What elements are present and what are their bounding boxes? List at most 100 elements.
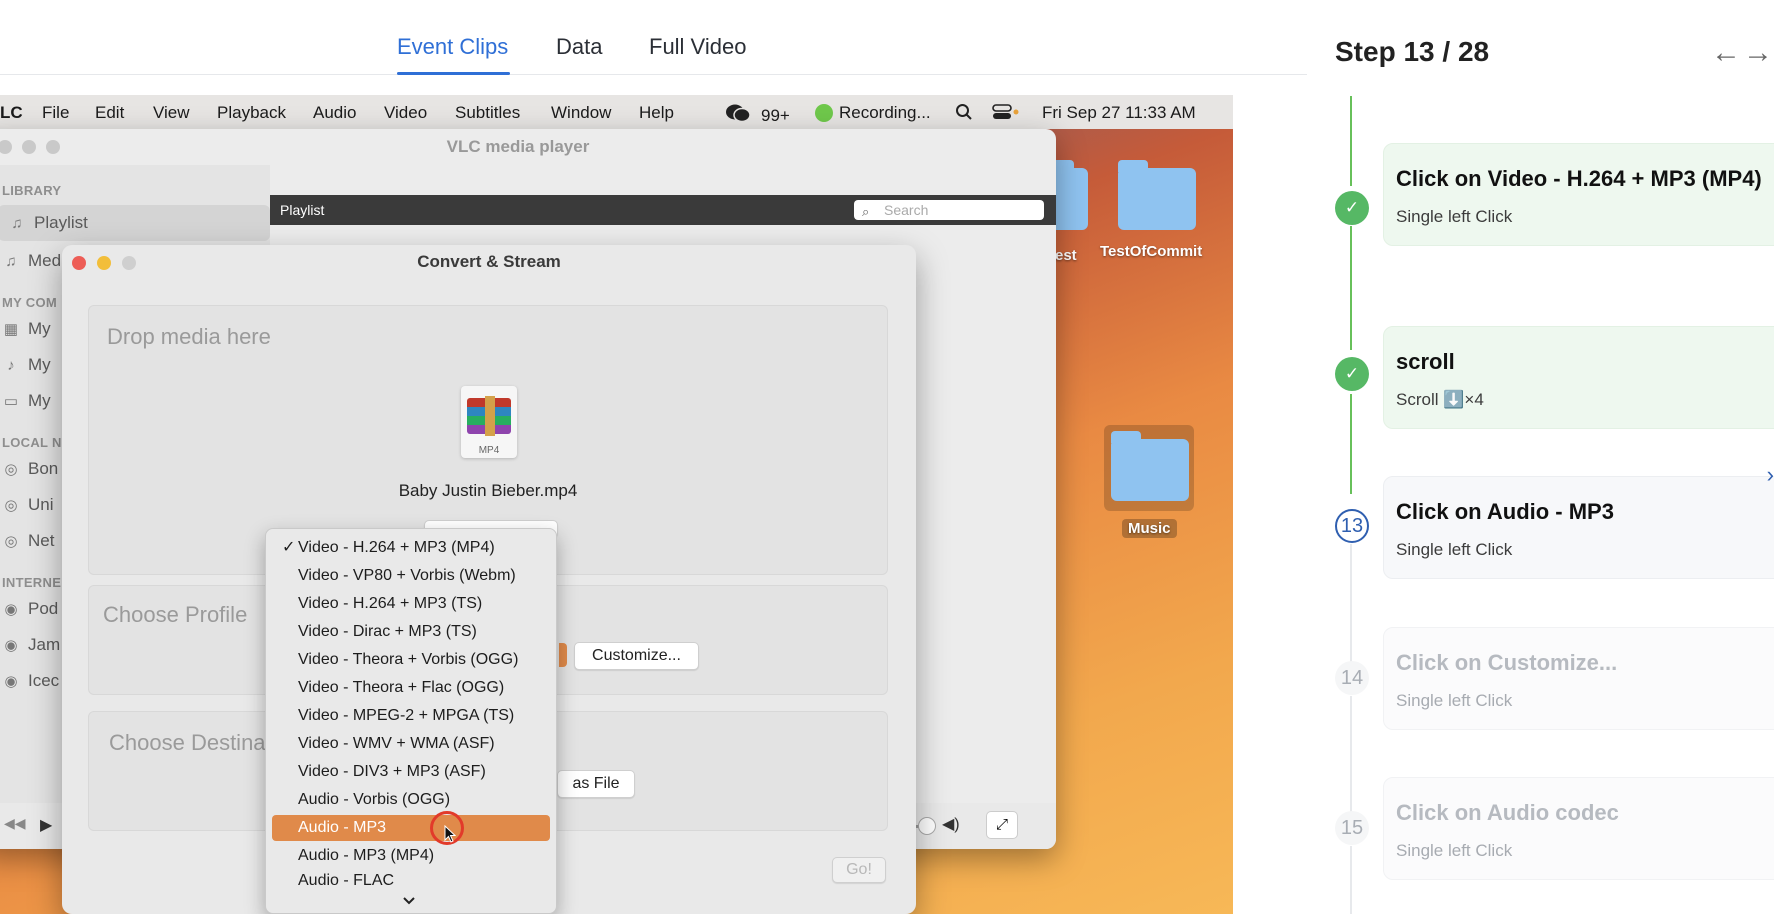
dropdown-item[interactable]: Video - DIV3 + MP3 (ASF) bbox=[272, 759, 550, 785]
choose-destination-title: Choose Destina bbox=[109, 730, 266, 755]
dropdown-item-clipped[interactable]: Audio - FLAC bbox=[272, 871, 550, 885]
play-icon[interactable]: ▶ bbox=[40, 815, 52, 835]
step-card-current[interactable]: Click on Audio - MP3 Single left Click bbox=[1383, 476, 1774, 579]
dropdown-item-label: Video - Dirac + MP3 (TS) bbox=[298, 623, 477, 640]
sidebar-item-my-music[interactable]: ♪ My bbox=[2, 355, 50, 375]
sidebar-item-my-videos[interactable]: ▦ My bbox=[2, 319, 51, 339]
sidebar-item-my-pictures[interactable]: ▭ My bbox=[2, 391, 51, 411]
dropdown-item-label: Video - Theora + Flac (OGG) bbox=[298, 679, 505, 696]
dropdown-item-label: Video - H.264 + MP3 (TS) bbox=[298, 595, 483, 612]
sidebar-item-upnp[interactable]: ◎ Uni bbox=[2, 495, 53, 515]
dropdown-item[interactable]: Video - WMV + WMA (ASF) bbox=[272, 731, 550, 757]
next-step-arrow-icon[interactable]: → bbox=[1743, 36, 1773, 70]
sidebar-item-media[interactable]: ♫ Med bbox=[2, 251, 61, 271]
desktop-folder-music[interactable] bbox=[1111, 431, 1189, 501]
recording-label: Recording... bbox=[839, 103, 931, 122]
dropdown-item[interactable]: Video - Theora + Flac (OGG) bbox=[272, 675, 550, 701]
sidebar-item-jamendo[interactable]: ◉ Jam bbox=[2, 635, 60, 655]
wechat-status[interactable]: 99+ bbox=[725, 103, 790, 128]
menu-window[interactable]: Window bbox=[551, 103, 611, 123]
step-subtitle: Single left Click bbox=[1396, 841, 1513, 860]
playlist-header-bar: Playlist ⌕ Search bbox=[270, 195, 1056, 225]
dropdown-item-label: Audio - Vorbis (OGG) bbox=[298, 791, 451, 808]
step-number-current: 13 bbox=[1335, 509, 1369, 543]
vlc-window-title: VLC media player bbox=[446, 137, 590, 156]
dropdown-item[interactable]: Audio - Vorbis (OGG) bbox=[272, 787, 550, 813]
picture-icon: ▭ bbox=[3, 393, 19, 410]
rewind-icon[interactable]: ◀◀ bbox=[4, 815, 26, 832]
expand-chevron-right-icon[interactable]: › bbox=[1767, 462, 1774, 488]
sidebar-item-label: My bbox=[28, 319, 51, 338]
sidebar-item-network[interactable]: ◎ Net bbox=[2, 531, 54, 551]
music-note-icon: ♪ bbox=[7, 356, 15, 374]
dropdown-item[interactable]: Video - Theora + Vorbis (OGG) bbox=[272, 647, 550, 673]
sidebar-item-label: Net bbox=[28, 531, 55, 550]
menu-subtitles[interactable]: Subtitles bbox=[455, 103, 520, 123]
file-ext-label: MP4 bbox=[478, 445, 500, 456]
recording-status[interactable]: Recording... bbox=[815, 103, 931, 123]
customize-button[interactable]: Customize... bbox=[574, 642, 699, 670]
dropdown-item-highlighted[interactable]: Audio - MP3 bbox=[272, 815, 550, 841]
control-center-icon[interactable] bbox=[992, 103, 1020, 121]
step-title: Click on Audio codec bbox=[1396, 800, 1619, 825]
dropdown-item-label: Video - WMV + WMA (ASF) bbox=[298, 735, 495, 752]
menu-help[interactable]: Help bbox=[639, 103, 674, 123]
spotlight-search-icon[interactable] bbox=[955, 103, 973, 121]
menu-audio[interactable]: Audio bbox=[313, 103, 356, 123]
dropdown-item[interactable]: Video - Dirac + MP3 (TS) bbox=[272, 619, 550, 645]
desktop-testofcommit-label: TestOfCommit bbox=[1100, 243, 1203, 260]
step-card[interactable]: scroll Scroll ⬇️×4 bbox=[1383, 326, 1774, 429]
playlist-search-input[interactable]: ⌕ Search bbox=[854, 200, 1044, 220]
tab-full-video[interactable]: Full Video bbox=[649, 34, 746, 60]
sidebar-item-label: Icec bbox=[28, 671, 60, 690]
menu-view[interactable]: View bbox=[153, 103, 190, 123]
go-button[interactable]: Go! bbox=[832, 857, 886, 883]
wechat-icon bbox=[725, 103, 751, 128]
volume-icon[interactable]: ◀) bbox=[942, 814, 960, 834]
sidebar-item-label: My bbox=[28, 391, 51, 410]
menubar-app-name[interactable]: LC bbox=[0, 103, 23, 123]
tab-data[interactable]: Data bbox=[556, 34, 602, 60]
dropdown-item[interactable]: Video - MPEG-2 + MPGA (TS) bbox=[272, 703, 550, 729]
menu-video[interactable]: Video bbox=[384, 103, 427, 123]
step-card[interactable]: Click on Customize... Single left Click bbox=[1383, 627, 1774, 730]
step-card[interactable]: Click on Audio codec Single left Click bbox=[1383, 777, 1774, 880]
dropdown-item[interactable]: Video - H.264 + MP3 (TS) bbox=[272, 591, 550, 617]
network-icon: ◎ bbox=[4, 461, 18, 478]
sidebar-item-podcasts[interactable]: ◉ Pod bbox=[2, 599, 58, 619]
chevron-down-icon[interactable] bbox=[402, 893, 416, 909]
step-subtitle: Single left Click bbox=[1396, 207, 1513, 226]
prev-step-arrow-icon[interactable]: ← bbox=[1711, 36, 1741, 70]
playlist-icon: ♫ bbox=[11, 214, 23, 232]
dropdown-item[interactable]: ✓ Video - H.264 + MP3 (MP4) bbox=[272, 535, 550, 561]
dropdown-item-label: Video - VP80 + Vorbis (Webm) bbox=[298, 567, 516, 584]
checkmark-icon: ✓ bbox=[282, 539, 296, 556]
timeline-rail bbox=[1350, 696, 1352, 812]
dropdown-item-label: Video - H.264 + MP3 (MP4) bbox=[298, 539, 495, 556]
volume-slider-knob[interactable] bbox=[918, 817, 936, 835]
menu-edit[interactable]: Edit bbox=[95, 103, 124, 123]
dropdown-item[interactable]: Audio - MP3 (MP4) bbox=[272, 843, 550, 869]
dropdown-item-label: Video - MPEG-2 + MPGA (TS) bbox=[298, 707, 515, 724]
tab-event-clips[interactable]: Event Clips bbox=[397, 34, 508, 60]
sidebar-item-bonjour[interactable]: ◎ Bon bbox=[2, 459, 58, 479]
view-tabs: Event Clips Data Full Video bbox=[0, 0, 1307, 75]
sidebar-item-playlist[interactable]: ♫ Playlist bbox=[0, 205, 270, 241]
step-subtitle: Single left Click bbox=[1396, 691, 1513, 710]
active-tab-underline bbox=[397, 72, 510, 75]
drop-media-title: Drop media here bbox=[107, 324, 271, 349]
fullscreen-button[interactable]: ⤢ bbox=[986, 811, 1018, 839]
step-card[interactable]: Click on Video - H.264 + MP3 (MP4) Singl… bbox=[1383, 143, 1774, 246]
fullscreen-icon: ⤢ bbox=[995, 816, 1008, 833]
desktop-folder-testofcommit[interactable] bbox=[1118, 160, 1196, 230]
film-icon: ▦ bbox=[3, 321, 19, 338]
screen-recording: LC File Edit View Playback Audio Video S… bbox=[0, 95, 1233, 914]
sidebar-item-icecast[interactable]: ◉ Icec bbox=[2, 671, 59, 691]
save-as-file-button[interactable]: as File bbox=[557, 770, 635, 798]
choose-profile-title: Choose Profile bbox=[103, 602, 248, 627]
timeline-rail bbox=[1350, 96, 1352, 186]
menu-playback[interactable]: Playback bbox=[217, 103, 286, 123]
dropdown-item[interactable]: Video - VP80 + Vorbis (Webm) bbox=[272, 563, 550, 589]
sidebar-local-head: LOCAL N bbox=[2, 435, 62, 450]
menu-file[interactable]: File bbox=[42, 103, 69, 123]
